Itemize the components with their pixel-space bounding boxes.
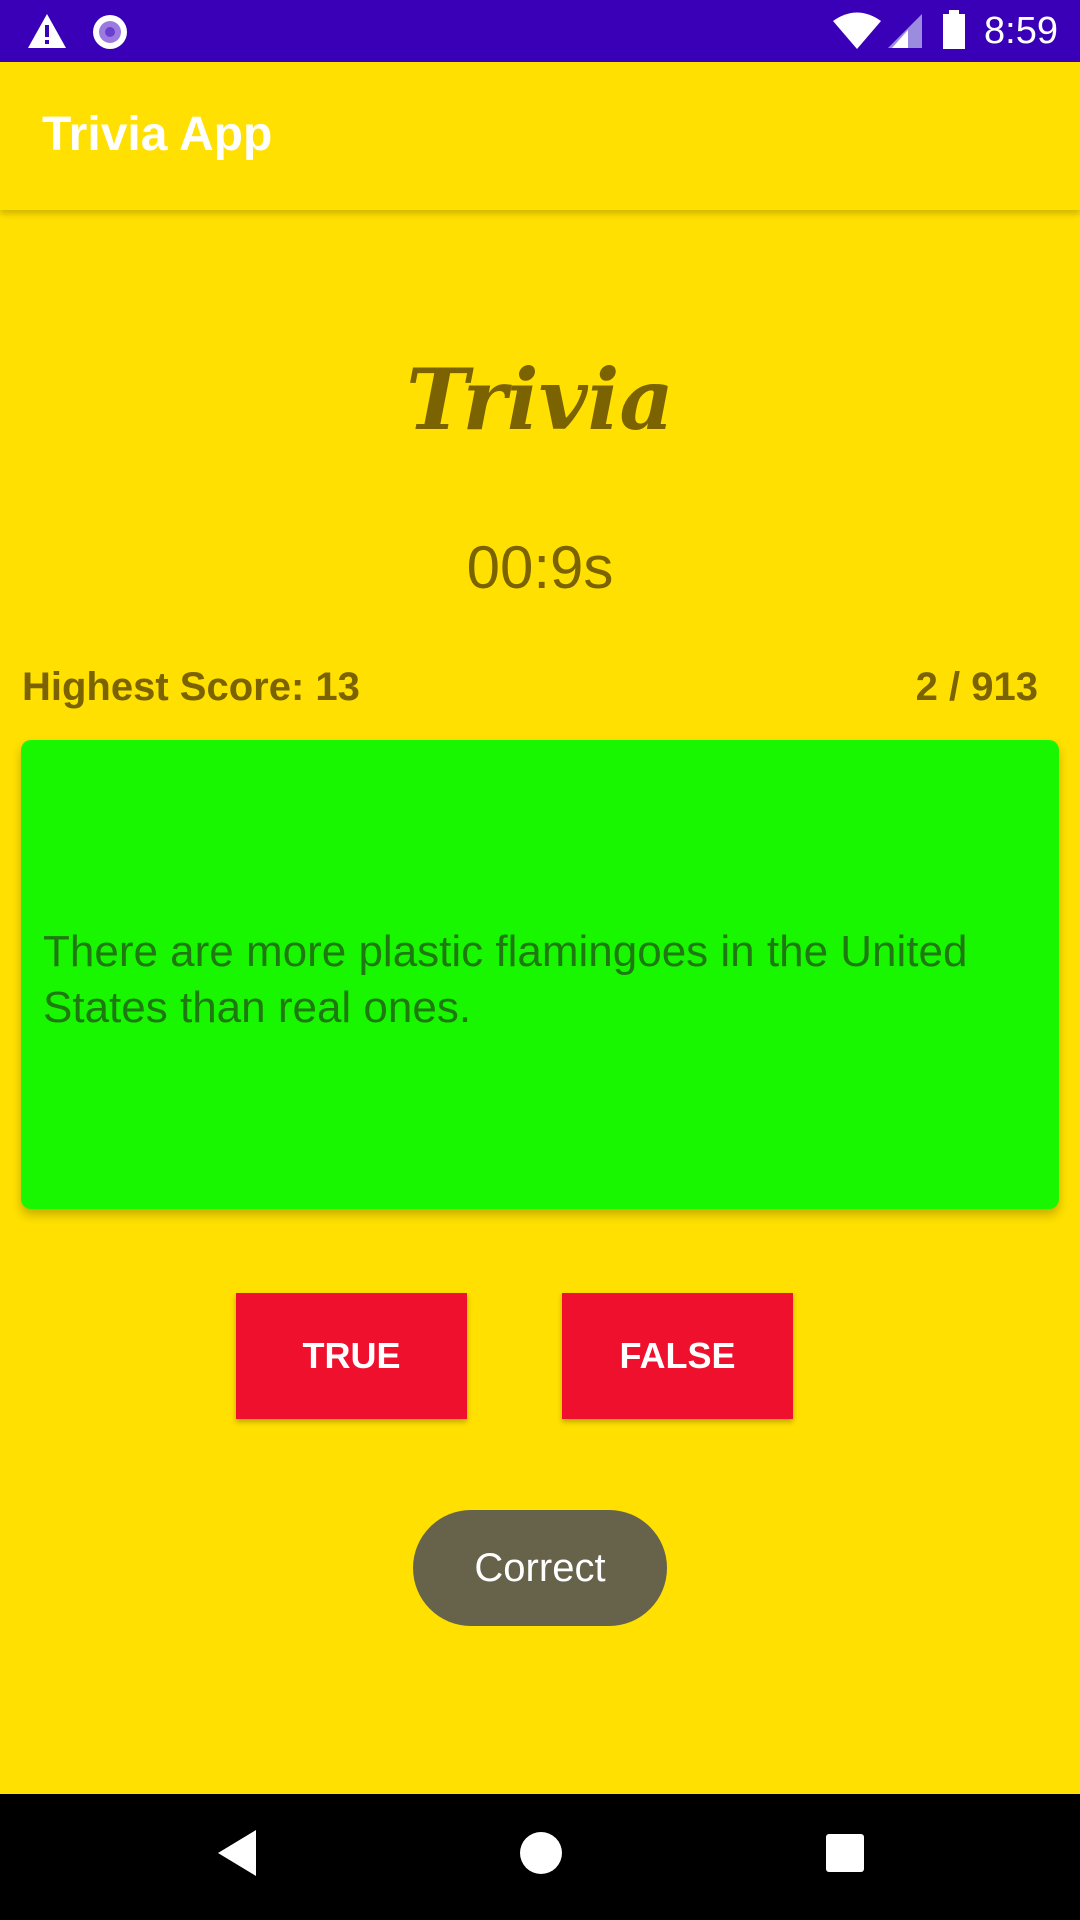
question-card: There are more plastic flamingoes in the… [21, 740, 1059, 1209]
question-text: There are more plastic flamingoes in the… [43, 927, 968, 1032]
warning-icon [28, 14, 66, 48]
signal-icon [888, 14, 922, 48]
recents-icon[interactable] [824, 1832, 866, 1874]
true-button[interactable]: TRUE [236, 1293, 467, 1419]
wifi-icon [833, 12, 881, 49]
trivia-heading: Trivia [406, 350, 674, 449]
navigation-bar [0, 1794, 1080, 1920]
false-button[interactable]: FALSE [562, 1293, 793, 1419]
status-bar: 8:59 [0, 0, 1080, 62]
app-title: Trivia App [42, 108, 273, 161]
back-icon[interactable] [214, 1828, 260, 1878]
score-row: Highest Score: 13 2 / 913 [22, 662, 1038, 712]
status-time: 8:59 [984, 10, 1058, 52]
countdown-timer: 00:9s [466, 534, 614, 601]
home-icon[interactable] [518, 1830, 564, 1876]
circle-notification-icon [93, 15, 127, 49]
app-bar: Trivia App [0, 62, 1080, 210]
toast-message: Correct [413, 1510, 667, 1626]
question-counter: 2 / 913 [915, 665, 1038, 709]
battery-icon [943, 10, 965, 49]
highest-score: Highest Score: 13 [22, 665, 360, 709]
